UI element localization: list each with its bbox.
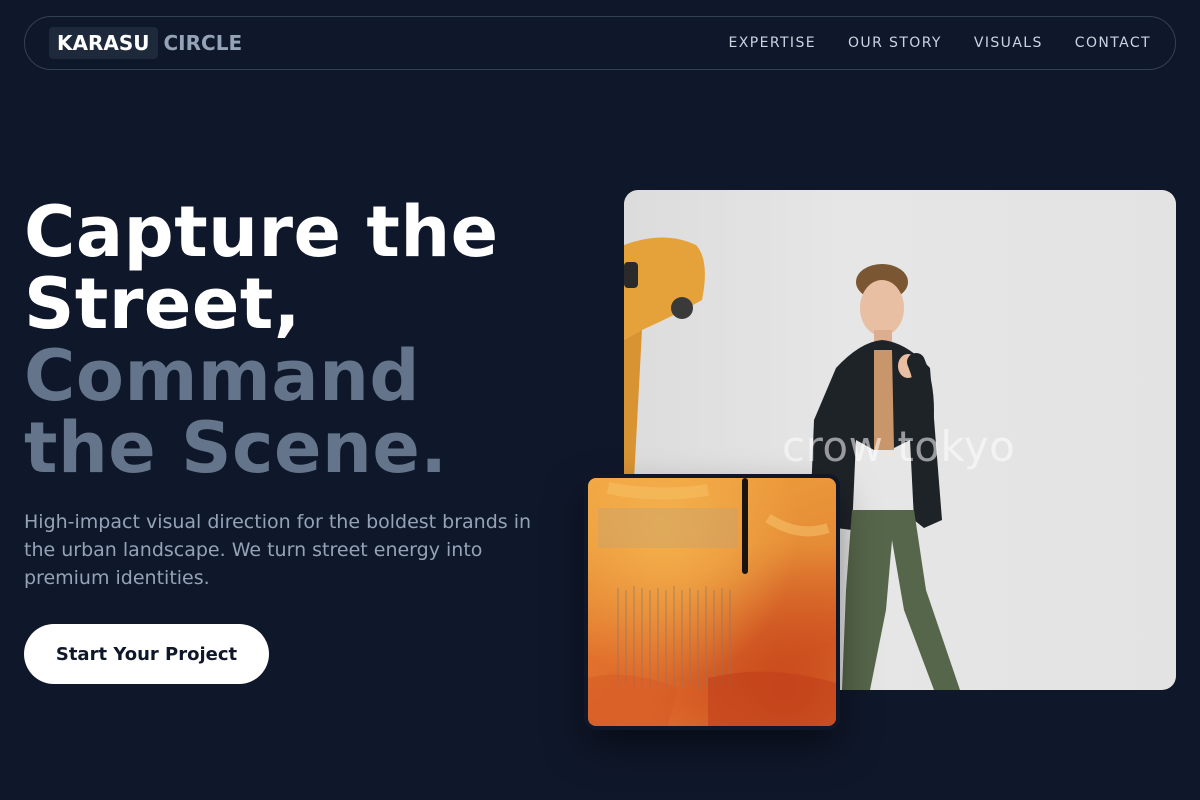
- top-navbar: KARASU CIRCLE EXPERTISE OUR STORY VISUAL…: [24, 16, 1176, 70]
- nav-link-expertise[interactable]: EXPERTISE: [729, 35, 816, 51]
- hero-subtitle: High-impact visual direction for the bol…: [24, 511, 532, 589]
- nav-link-contact[interactable]: CONTACT: [1075, 35, 1151, 51]
- hero-title-line4: the Scene.: [24, 407, 448, 489]
- hero-title-line2: Street,: [24, 263, 301, 345]
- art-texture: [588, 478, 836, 726]
- brand-logo[interactable]: KARASU CIRCLE: [49, 27, 242, 59]
- nav-link-visuals[interactable]: VISUALS: [974, 35, 1043, 51]
- hero-title: Capture the Street, Command the Scene.: [24, 196, 584, 484]
- nav-link-our-story[interactable]: OUR STORY: [848, 35, 942, 51]
- brand-logo-secondary: CIRCLE: [163, 31, 243, 55]
- photo-watermark: crow tokyo: [782, 422, 1016, 471]
- brand-logo-primary: KARASU: [49, 27, 158, 59]
- hero-title-line3: Command: [24, 335, 421, 417]
- start-project-button[interactable]: Start Your Project: [24, 624, 269, 684]
- abstract-art-card: [588, 478, 836, 726]
- page: KARASU CIRCLE EXPERTISE OUR STORY VISUAL…: [0, 0, 1200, 800]
- hero-title-line1: Capture the: [24, 191, 499, 273]
- nav-links: EXPERTISE OUR STORY VISUALS CONTACT: [729, 35, 1151, 51]
